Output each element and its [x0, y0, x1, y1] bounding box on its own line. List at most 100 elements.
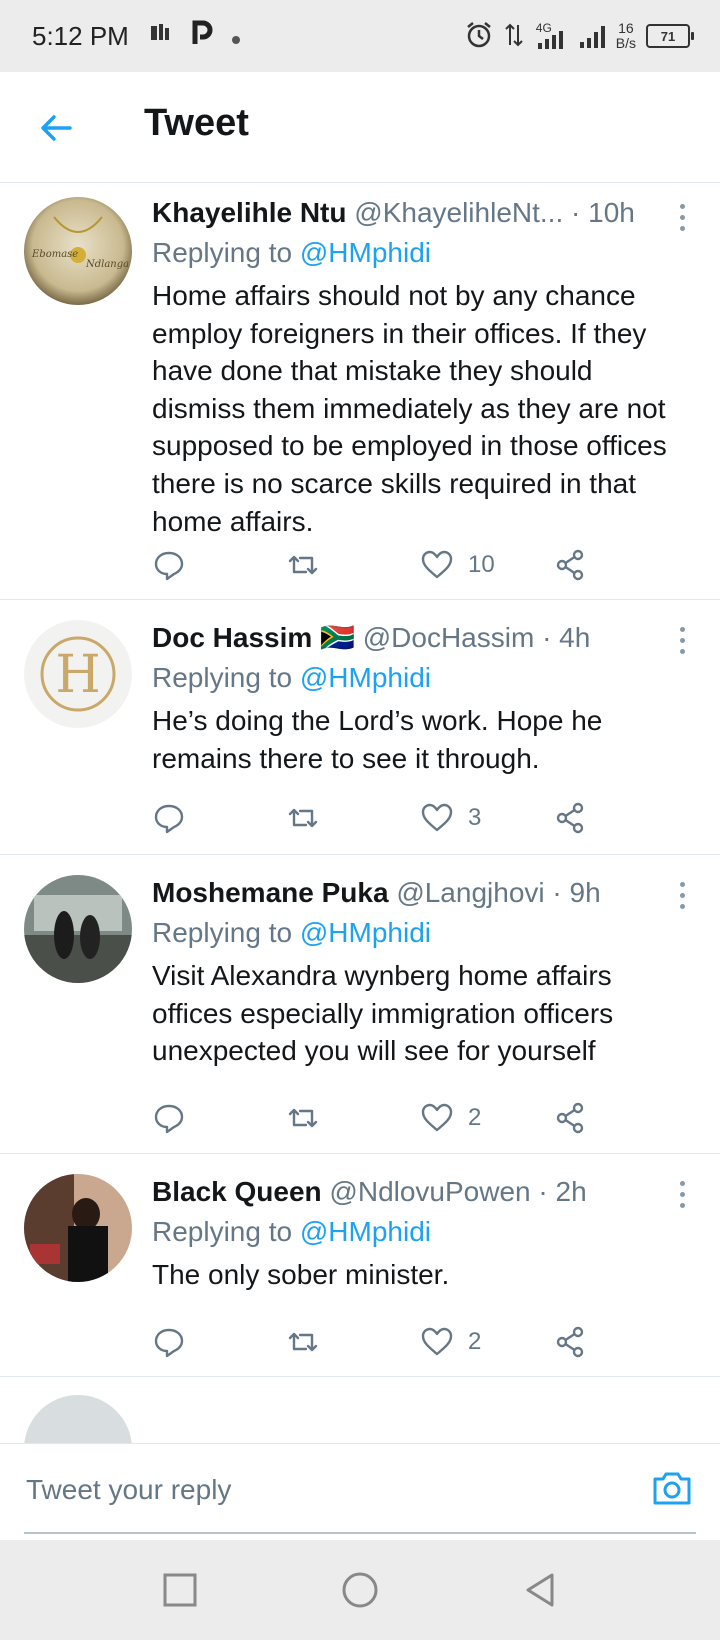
retweet-icon [288, 555, 318, 575]
more-options-button[interactable] [670, 197, 694, 237]
app-header: Tweet [0, 72, 720, 183]
reply-underline [24, 1532, 696, 1534]
status-bar: 5:12 PM 4G 16 B/s 71 [0, 0, 720, 72]
reply-icon [154, 551, 184, 581]
network-speed: 16 B/s [616, 21, 636, 51]
parking-icon [191, 20, 213, 53]
share-button[interactable] [554, 798, 588, 838]
svg-text:Ebomase: Ebomase [31, 249, 78, 260]
tweet-item-partial[interactable] [0, 1377, 720, 1443]
retweet-icon [288, 1108, 318, 1128]
share-button[interactable] [554, 545, 588, 585]
tweet-time: · 10h [571, 197, 635, 228]
reply-button[interactable] [152, 1098, 186, 1138]
retweet-button[interactable] [286, 798, 320, 838]
avatar[interactable]: H [24, 620, 132, 728]
share-button[interactable] [554, 1322, 588, 1362]
like-button[interactable]: 2 [420, 1098, 481, 1138]
replying-prefix: Replying to [152, 1216, 293, 1247]
tweet-header: Khayelihle Ntu @KhayelihleNt... · 10h [152, 195, 690, 231]
tweet-header: Doc Hassim 🇿🇦 @DocHassim · 4h [152, 620, 690, 656]
more-options-button[interactable] [670, 1174, 694, 1214]
like-button[interactable]: 2 [420, 1322, 481, 1362]
svg-text:H: H [55, 645, 100, 705]
heart-icon [421, 803, 453, 832]
tweet-actions: 3 [152, 798, 632, 838]
flag-emoji: 🇿🇦 [320, 622, 355, 653]
user-handle[interactable]: @KhayelihleNt... [354, 197, 563, 228]
more-dot-icon [679, 637, 685, 643]
user-handle[interactable]: @Langjhovi [396, 877, 544, 908]
share-icon [556, 1102, 584, 1134]
more-dot-icon [679, 1202, 685, 1208]
reply-input[interactable] [24, 1466, 498, 1514]
user-handle[interactable]: @NdlovuPowen [329, 1176, 530, 1207]
camera-button[interactable] [650, 1466, 694, 1510]
user-name[interactable]: Moshemane Puka [152, 877, 389, 908]
more-dot-icon [679, 892, 685, 898]
tweet-text: The only sober minister. [152, 1259, 450, 1290]
alarm-icon [464, 20, 494, 53]
triangle-back-icon [526, 1573, 554, 1607]
replying-to: Replying to @HMphidi [152, 660, 690, 696]
circle-icon [342, 1572, 378, 1608]
reply-button[interactable] [152, 1322, 186, 1362]
tweet-item[interactable]: H Doc Hassim 🇿🇦 @DocHassim · 4h Replying… [0, 600, 720, 855]
replying-handle-link[interactable]: @HMphidi [300, 237, 431, 268]
retweet-button[interactable] [286, 545, 320, 585]
heart-icon [421, 550, 453, 579]
reply-button[interactable] [152, 545, 186, 585]
replying-to: Replying to @HMphidi [152, 235, 690, 271]
tweet-text: Visit Alexandra wynberg home affairs off… [152, 960, 614, 1067]
user-name[interactable]: Doc Hassim [152, 622, 312, 653]
network-speed-value: 16 [618, 20, 634, 36]
replying-prefix: Replying to [152, 662, 293, 693]
tweet-time: · 2h [538, 1176, 587, 1207]
avatar[interactable] [24, 1174, 132, 1282]
user-handle[interactable]: @DocHassim [363, 622, 535, 653]
tweet-item[interactable]: Black Queen @NdlovuPowen · 2h Replying t… [0, 1154, 720, 1377]
user-name[interactable]: Black Queen [152, 1176, 322, 1207]
camera-icon [653, 1472, 691, 1505]
battery-level: 71 [660, 28, 676, 44]
tweet-text: He’s doing the Lord’s work. Hope he rema… [152, 705, 603, 774]
retweet-icon [288, 1332, 318, 1352]
tweet-time: · 9h [552, 877, 601, 908]
share-icon [556, 802, 584, 834]
tweet-item[interactable]: Moshemane Puka @Langjhovi · 9h Replying … [0, 855, 720, 1154]
user-name[interactable]: Khayelihle Ntu [152, 197, 346, 228]
retweet-button[interactable] [286, 1322, 320, 1362]
share-icon [556, 549, 584, 581]
avatar[interactable]: Ebomase Ndlanga [24, 197, 132, 305]
back-nav-button[interactable] [520, 1570, 560, 1610]
tweet-item[interactable]: Ebomase Ndlanga Khayelihle Ntu @Khayelih… [0, 183, 720, 600]
avatar[interactable] [24, 875, 132, 983]
back-button[interactable] [36, 108, 76, 148]
signal-4g-icon: 4G [534, 21, 568, 51]
avatar[interactable] [24, 1395, 132, 1443]
more-options-button[interactable] [670, 620, 694, 660]
share-button[interactable] [554, 1098, 588, 1138]
replying-prefix: Replying to [152, 237, 293, 268]
replying-prefix: Replying to [152, 917, 293, 948]
reply-icon [154, 1328, 184, 1358]
reply-button[interactable] [152, 798, 186, 838]
page-title: Tweet [144, 102, 249, 144]
replying-handle-link[interactable]: @HMphidi [300, 917, 431, 948]
replying-handle-link[interactable]: @HMphidi [300, 662, 431, 693]
tweet-time: · 4h [542, 622, 591, 653]
retweet-button[interactable] [286, 1098, 320, 1138]
reply-icon [154, 804, 184, 834]
arrow-left-icon [41, 115, 72, 141]
replying-handle-link[interactable]: @HMphidi [300, 1216, 431, 1247]
sim-card-icon [147, 20, 173, 53]
more-dot-icon [679, 1180, 685, 1186]
home-button[interactable] [340, 1570, 380, 1610]
like-button[interactable]: 10 [420, 545, 495, 585]
like-count: 10 [468, 551, 495, 578]
like-count: 2 [468, 1328, 482, 1355]
like-button[interactable]: 3 [420, 798, 481, 838]
data-transfer-icon [504, 21, 524, 52]
more-options-button[interactable] [670, 875, 694, 915]
recents-button[interactable] [160, 1570, 200, 1610]
